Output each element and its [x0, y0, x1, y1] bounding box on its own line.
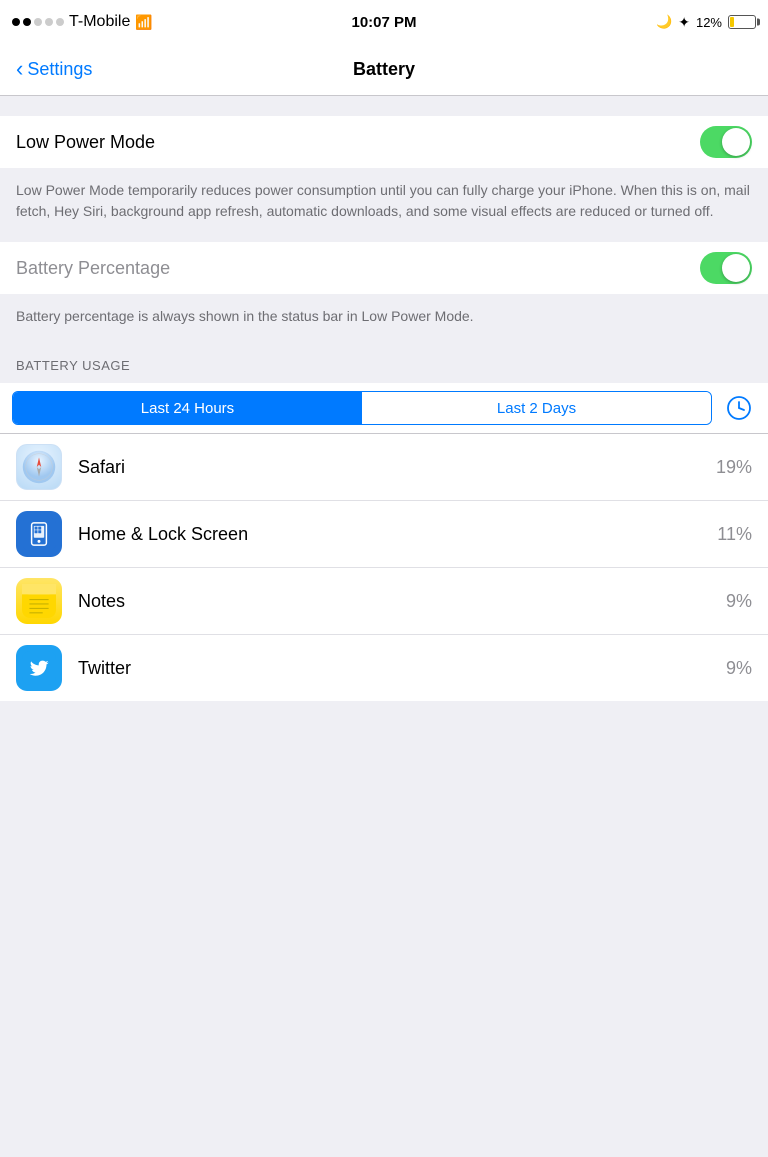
battery-icon	[728, 15, 756, 29]
nav-bar: ‹ Settings Battery	[0, 44, 768, 96]
segment-row: Last 24 Hours Last 2 Days	[0, 383, 768, 434]
twitter-app-name: Twitter	[78, 658, 726, 679]
status-left: T-Mobile 📶	[12, 13, 153, 31]
low-power-mode-label: Low Power Mode	[16, 132, 155, 153]
homescreen-icon-svg	[22, 517, 56, 551]
homescreen-app-name: Home & Lock Screen	[78, 524, 717, 545]
safari-app-percent: 19%	[716, 457, 752, 478]
segment-control[interactable]: Last 24 Hours Last 2 Days	[12, 391, 712, 425]
battery-usage-header: BATTERY USAGE	[0, 343, 768, 383]
clock-button[interactable]	[722, 391, 756, 425]
battery-percentage-section: Battery Percentage	[0, 242, 768, 294]
twitter-app-percent: 9%	[726, 658, 752, 679]
low-power-mode-section: Low Power Mode	[0, 116, 768, 168]
low-power-mode-description: Low Power Mode temporarily reduces power…	[16, 182, 750, 219]
notes-icon-svg	[22, 584, 56, 618]
low-power-mode-toggle[interactable]	[700, 126, 752, 158]
signal-dot-2	[23, 18, 31, 26]
signal-dot-3	[34, 18, 42, 26]
app-row-twitter[interactable]: Twitter 9%	[0, 635, 768, 701]
low-power-mode-cell: Low Power Mode	[0, 116, 768, 168]
toggle-knob	[722, 128, 750, 156]
signal-dot-1	[12, 18, 20, 26]
signal-dots	[12, 18, 64, 26]
back-label: Settings	[27, 59, 92, 80]
app-row-notes[interactable]: Notes 9%	[0, 568, 768, 635]
battery-fill	[730, 17, 734, 27]
notes-app-name: Notes	[78, 591, 726, 612]
carrier-name: T-Mobile	[69, 13, 130, 31]
bottom-fill	[0, 701, 768, 751]
safari-app-name: Safari	[78, 457, 716, 478]
app-list: Safari 19% Home & Lock Screen 11%	[0, 434, 768, 701]
status-time: 10:07 PM	[351, 14, 416, 31]
segment-last2days[interactable]: Last 2 Days	[362, 392, 711, 424]
segment-last24h[interactable]: Last 24 Hours	[13, 392, 362, 424]
homescreen-app-percent: 11%	[717, 524, 752, 545]
signal-dot-5	[56, 18, 64, 26]
battery-percentage-label: Battery Percentage	[16, 258, 170, 279]
twitter-icon-svg	[22, 651, 56, 685]
twitter-app-icon	[16, 645, 62, 691]
notes-app-percent: 9%	[726, 591, 752, 612]
app-row-safari[interactable]: Safari 19%	[0, 434, 768, 501]
page-title: Battery	[353, 59, 415, 80]
signal-dot-4	[45, 18, 53, 26]
notes-app-icon	[16, 578, 62, 624]
bluetooth-icon: ✦	[678, 14, 690, 31]
safari-icon-svg	[22, 450, 56, 484]
back-arrow-icon: ‹	[16, 56, 23, 82]
low-power-mode-description-block: Low Power Mode temporarily reduces power…	[0, 168, 768, 238]
battery-percentage-description: Battery percentage is always shown in th…	[16, 308, 474, 324]
battery-percentage-cell: Battery Percentage	[0, 242, 768, 294]
section-gap-top	[0, 96, 768, 116]
battery-percentage-toggle[interactable]	[700, 252, 752, 284]
wifi-icon: 📶	[135, 14, 152, 31]
back-button[interactable]: ‹ Settings	[16, 57, 92, 82]
app-row-homescreen[interactable]: Home & Lock Screen 11%	[0, 501, 768, 568]
battery-usage-header-text: BATTERY USAGE	[16, 358, 130, 373]
battery-pct-toggle-knob	[722, 254, 750, 282]
moon-icon: 🌙	[656, 14, 672, 30]
clock-icon	[726, 395, 752, 421]
homescreen-app-icon	[16, 511, 62, 557]
battery-percentage-description-block: Battery percentage is always shown in th…	[0, 294, 768, 343]
safari-app-icon	[16, 444, 62, 490]
battery-percent-text: 12%	[696, 15, 722, 30]
status-bar: T-Mobile 📶 10:07 PM 🌙 ✦ 12%	[0, 0, 768, 44]
status-right: 🌙 ✦ 12%	[656, 14, 756, 31]
